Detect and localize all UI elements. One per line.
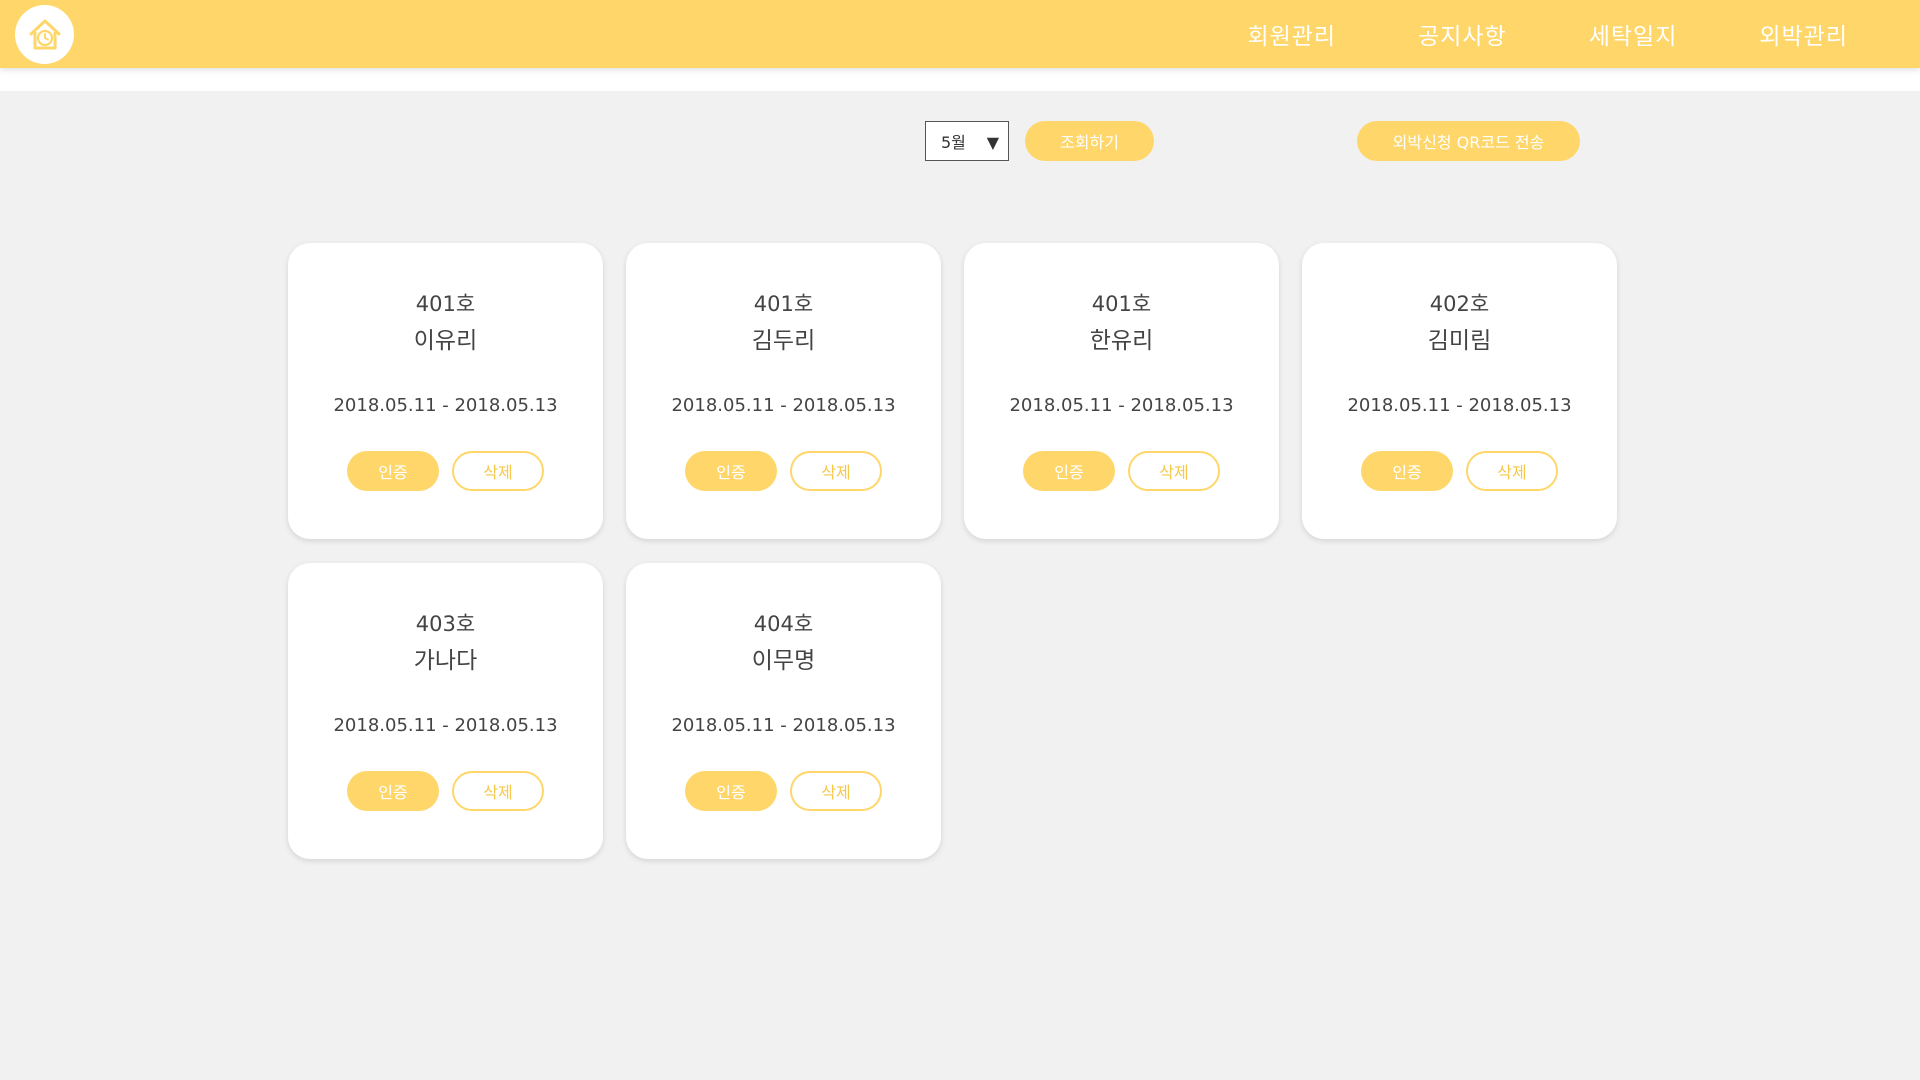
sub-header-strip (0, 68, 1920, 91)
resident-name: 가나다 (413, 648, 478, 674)
request-card: 403호 가나다 2018.05.11 - 2018.05.13 인증 삭제 (288, 563, 603, 859)
filter-controls: 5월 ▼ 조회하기 외박신청 QR코드 전송 (0, 121, 1920, 162)
request-card: 401호 김두리 2018.05.11 - 2018.05.13 인증 삭제 (626, 243, 941, 539)
overnight-period: 2018.05.11 - 2018.05.13 (671, 715, 896, 736)
resident-name: 김미림 (1427, 328, 1492, 354)
overnight-period: 2018.05.11 - 2018.05.13 (333, 395, 558, 416)
room-number: 403호 (415, 612, 476, 636)
card-actions: 인증 삭제 (288, 771, 603, 811)
approve-button[interactable]: 인증 (347, 771, 439, 811)
room-number: 402호 (1429, 292, 1490, 316)
room-number: 401호 (415, 292, 476, 316)
resident-name: 이유리 (413, 328, 478, 354)
resident-name: 이무명 (751, 648, 816, 674)
overnight-period: 2018.05.11 - 2018.05.13 (333, 715, 558, 736)
approve-button[interactable]: 인증 (1023, 451, 1115, 491)
nav-overnight-management[interactable]: 외박관리 (1759, 17, 1848, 51)
delete-button[interactable]: 삭제 (1128, 451, 1220, 491)
overnight-period: 2018.05.11 - 2018.05.13 (1347, 395, 1572, 416)
main-nav: 회원관리 공지사항 세탁일지 외박관리 (1247, 0, 1848, 68)
search-button[interactable]: 조회하기 (1025, 121, 1154, 161)
card-actions: 인증 삭제 (626, 771, 941, 811)
approve-button[interactable]: 인증 (685, 771, 777, 811)
month-select[interactable]: 5월 ▼ (925, 121, 1009, 161)
request-card: 401호 이유리 2018.05.11 - 2018.05.13 인증 삭제 (288, 243, 603, 539)
delete-button[interactable]: 삭제 (790, 451, 882, 491)
delete-button[interactable]: 삭제 (452, 451, 544, 491)
approve-button[interactable]: 인증 (1361, 451, 1453, 491)
card-actions: 인증 삭제 (1302, 451, 1617, 491)
overnight-period: 2018.05.11 - 2018.05.13 (1009, 395, 1234, 416)
delete-button[interactable]: 삭제 (790, 771, 882, 811)
home-clock-logo-icon[interactable] (15, 5, 74, 64)
send-qr-code-button[interactable]: 외박신청 QR코드 전송 (1357, 121, 1580, 161)
nav-member-management[interactable]: 회원관리 (1247, 17, 1336, 51)
approve-button[interactable]: 인증 (685, 451, 777, 491)
nav-notices[interactable]: 공지사항 (1418, 17, 1507, 51)
top-navigation-bar: 회원관리 공지사항 세탁일지 외박관리 (0, 0, 1920, 68)
request-card: 401호 한유리 2018.05.11 - 2018.05.13 인증 삭제 (964, 243, 1279, 539)
delete-button[interactable]: 삭제 (1466, 451, 1558, 491)
card-actions: 인증 삭제 (964, 451, 1279, 491)
nav-laundry-log[interactable]: 세탁일지 (1589, 17, 1678, 51)
resident-name: 김두리 (751, 328, 816, 354)
card-actions: 인증 삭제 (626, 451, 941, 491)
dropdown-arrow-icon: ▼ (986, 133, 999, 152)
delete-button[interactable]: 삭제 (452, 771, 544, 811)
approve-button[interactable]: 인증 (347, 451, 439, 491)
room-number: 404호 (753, 612, 814, 636)
month-select-value: 5월 (941, 133, 966, 152)
room-number: 401호 (1091, 292, 1152, 316)
overnight-request-grid: 401호 이유리 2018.05.11 - 2018.05.13 인증 삭제 4… (288, 243, 1618, 859)
overnight-period: 2018.05.11 - 2018.05.13 (671, 395, 896, 416)
card-actions: 인증 삭제 (288, 451, 603, 491)
resident-name: 한유리 (1089, 328, 1154, 354)
request-card: 402호 김미림 2018.05.11 - 2018.05.13 인증 삭제 (1302, 243, 1617, 539)
request-card: 404호 이무명 2018.05.11 - 2018.05.13 인증 삭제 (626, 563, 941, 859)
room-number: 401호 (753, 292, 814, 316)
